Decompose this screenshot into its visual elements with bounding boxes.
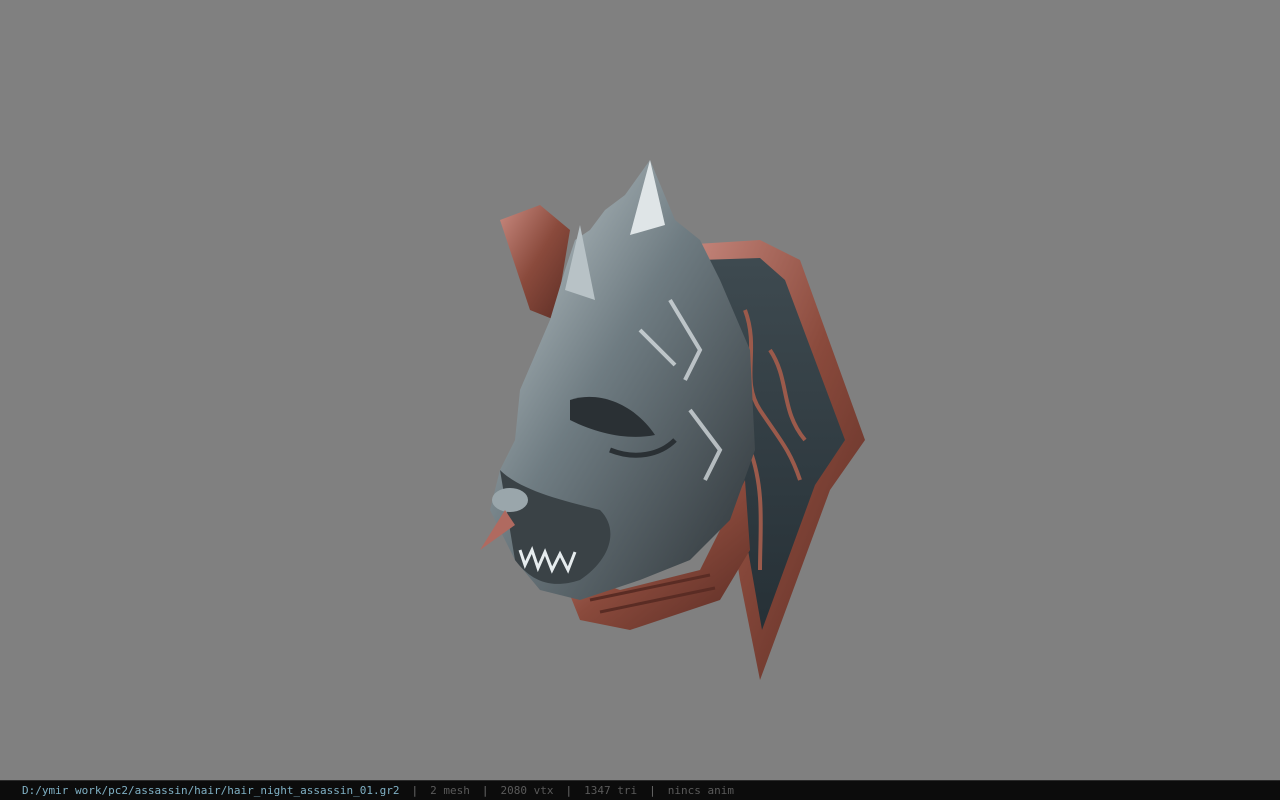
3d-viewport[interactable] <box>0 0 1280 780</box>
file-path-label: D:/ymir work/pc2/assassin/hair/hair_nigh… <box>22 784 400 797</box>
separator: | <box>481 784 489 797</box>
separator: | <box>565 784 573 797</box>
separator: | <box>649 784 656 797</box>
separator: | <box>411 784 419 797</box>
animation-status-label: nincs anim <box>667 784 734 797</box>
status-bar: D:/ymir work/pc2/assassin/hair/hair_nigh… <box>0 780 1280 800</box>
triangle-count-label: 1347 tri <box>584 784 638 797</box>
mesh-count-label: 2 mesh <box>430 784 470 797</box>
dragon-helmet-model-icon <box>480 160 865 680</box>
vertex-count-label: 2080 vtx <box>500 784 554 797</box>
